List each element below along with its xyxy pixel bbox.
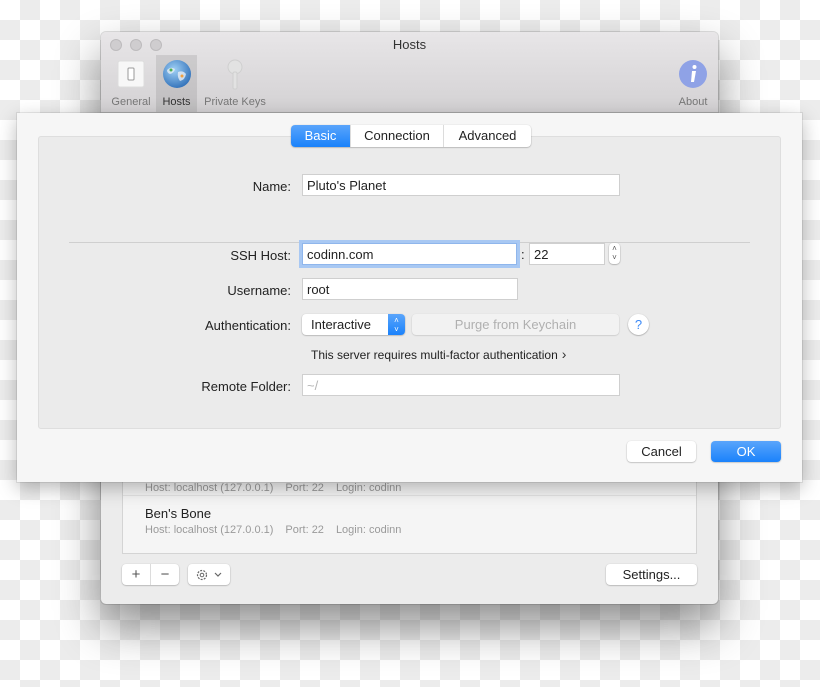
cancel-button[interactable]: Cancel <box>627 441 696 462</box>
chevron-up-icon: ˄ <box>612 244 617 253</box>
name-field[interactable] <box>302 174 620 196</box>
tab-basic[interactable]: Basic <box>291 125 350 147</box>
add-host-button[interactable]: + <box>122 566 150 583</box>
ssh-host-field[interactable] <box>302 243 517 265</box>
remove-host-button[interactable]: − <box>151 566 179 583</box>
ssh-host-label: SSH Host: <box>230 248 291 263</box>
remote-folder-label: Remote Folder: <box>201 379 291 394</box>
toolbar-about[interactable]: About <box>673 55 713 112</box>
toolbar-hosts[interactable]: Hosts <box>156 55 197 112</box>
host-details: Host: localhost (127.0.0.1) Port: 22 Login… <box>145 524 402 536</box>
purge-from-keychain-button[interactable]: Purge from Keychain <box>412 314 619 335</box>
authentication-select[interactable]: Interactive ˄ ˅ <box>302 314 405 335</box>
ok-button[interactable]: OK <box>711 441 781 462</box>
tab-advanced[interactable]: Advanced <box>443 125 531 147</box>
chevron-down-icon: ˅ <box>612 253 617 262</box>
help-button[interactable]: ? <box>628 314 649 335</box>
port-stepper[interactable]: ˄ ˅ <box>609 243 620 264</box>
basic-panel: Name: SSH Host: : ˄ ˅ Username: Authenti… <box>38 136 781 429</box>
globe-icon <box>162 60 191 88</box>
row-divider <box>123 495 696 496</box>
updown-arrows-icon: ˄ ˅ <box>388 314 405 335</box>
chevron-down-icon <box>214 572 222 577</box>
username-label: Username: <box>227 283 291 298</box>
host-name: Ben's Bone <box>145 506 212 521</box>
mfa-disclosure-link[interactable]: This server requires multi-factor authen… <box>311 346 566 362</box>
port-field[interactable] <box>529 243 605 265</box>
window-title: Hosts <box>392 37 427 52</box>
list-actions-bar: + − Settings... <box>122 564 697 586</box>
tab-bar: Basic Connection Advanced <box>291 125 531 147</box>
port-separator: : <box>521 247 525 262</box>
key-icon <box>227 59 243 90</box>
title-bar: Hosts General Hosts Private Keys About <box>101 32 718 113</box>
tab-connection[interactable]: Connection <box>350 125 443 147</box>
username-field[interactable] <box>302 278 518 300</box>
host-details: Host: localhost (127.0.0.1) Port: 22 Login… <box>145 482 402 494</box>
remote-folder-field[interactable] <box>302 374 620 396</box>
toolbar-general[interactable]: General <box>109 55 153 112</box>
action-menu-button[interactable] <box>188 564 230 585</box>
chevron-right-icon: › <box>561 346 567 362</box>
settings-button[interactable]: Settings... <box>606 564 697 585</box>
host-list: Host: localhost (127.0.0.1) Port: 22 Login… <box>122 472 697 554</box>
add-remove-segment: + − <box>122 564 179 585</box>
info-icon <box>679 60 707 88</box>
name-label: Name: <box>252 179 291 194</box>
gear-icon <box>196 569 208 580</box>
edit-host-sheet: Basic Connection Advanced Name: SSH Host… <box>17 113 802 482</box>
toolbar-private-keys[interactable]: Private Keys <box>200 55 270 112</box>
host-list-item[interactable]: Ben's Bone Host: localhost (127.0.0.1) Po… <box>123 506 696 536</box>
authentication-label: Authentication: <box>204 318 291 333</box>
switch-icon <box>117 60 145 88</box>
